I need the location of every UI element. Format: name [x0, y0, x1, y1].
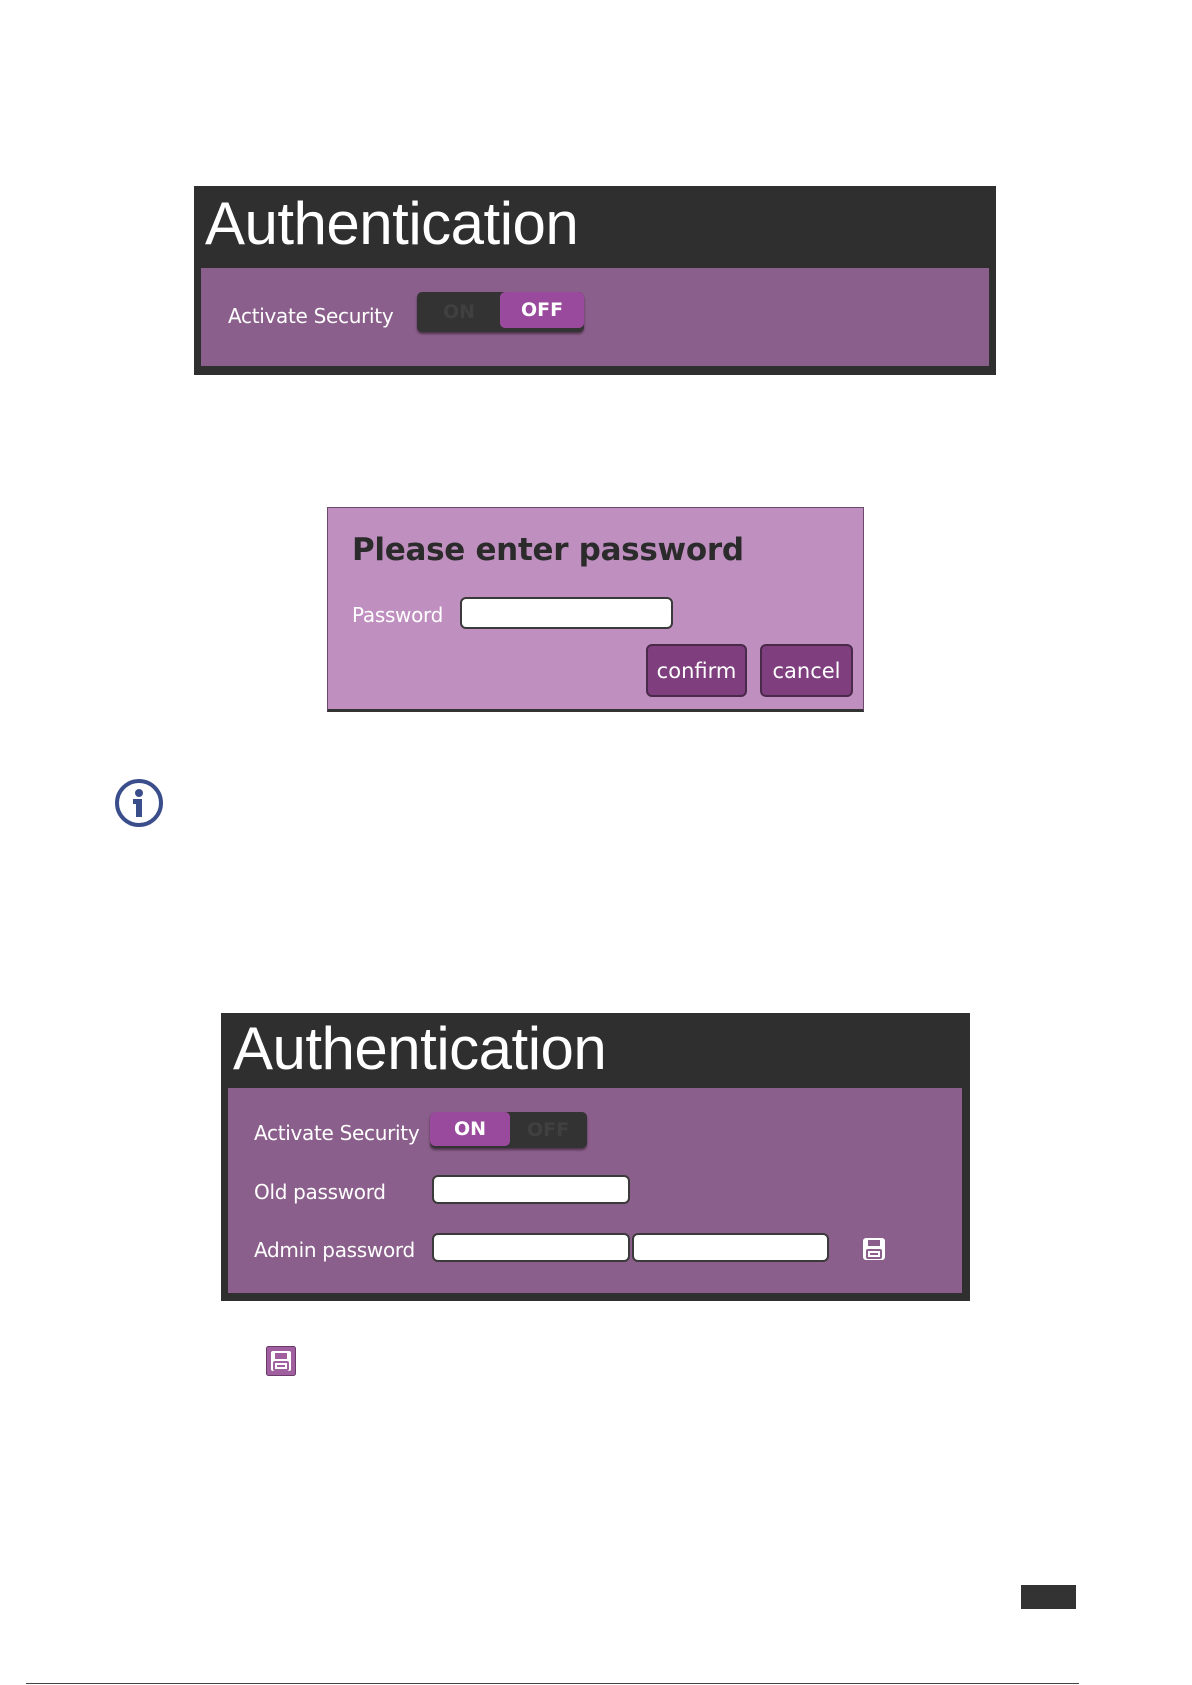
footer-divider	[26, 1683, 1079, 1684]
cancel-button[interactable]: cancel	[760, 644, 853, 697]
info-icon	[115, 779, 163, 827]
save-icon	[266, 1346, 296, 1376]
password-input[interactable]	[460, 597, 673, 629]
activate-security-toggle[interactable]: ON OFF	[417, 292, 584, 332]
toggle-off-option[interactable]: OFF	[500, 292, 584, 328]
panel-title: Authentication	[233, 1015, 607, 1082]
save-icon[interactable]	[862, 1237, 886, 1261]
dialog-title: Please enter password	[352, 532, 744, 568]
activate-security-toggle[interactable]: ON OFF	[430, 1112, 587, 1148]
activate-security-label: Activate Security	[228, 304, 394, 328]
panel-title: Authentication	[205, 190, 579, 257]
old-password-label: Old password	[254, 1180, 386, 1204]
confirm-button[interactable]: confirm	[646, 644, 747, 697]
toggle-off-option[interactable]: OFF	[509, 1112, 587, 1148]
password-dialog: Please enter password Password confirm c…	[327, 507, 864, 712]
admin-password-input[interactable]	[432, 1233, 630, 1262]
authentication-panel-on: Authentication Activate Security ON OFF …	[221, 1013, 970, 1301]
page-number-tab	[1021, 1585, 1076, 1609]
toggle-on-option[interactable]: ON	[430, 1112, 510, 1146]
admin-password-confirm-input[interactable]	[632, 1233, 829, 1262]
admin-password-label: Admin password	[254, 1238, 415, 1262]
panel-body: Activate Security ON OFF Old password Ad…	[228, 1088, 962, 1293]
old-password-input[interactable]	[432, 1175, 630, 1204]
password-label: Password	[352, 603, 444, 627]
authentication-panel-off: Authentication Activate Security ON OFF	[194, 186, 996, 375]
toggle-on-option[interactable]: ON	[417, 292, 501, 332]
activate-security-label: Activate Security	[254, 1121, 420, 1145]
panel-body: Activate Security ON OFF	[201, 268, 989, 366]
